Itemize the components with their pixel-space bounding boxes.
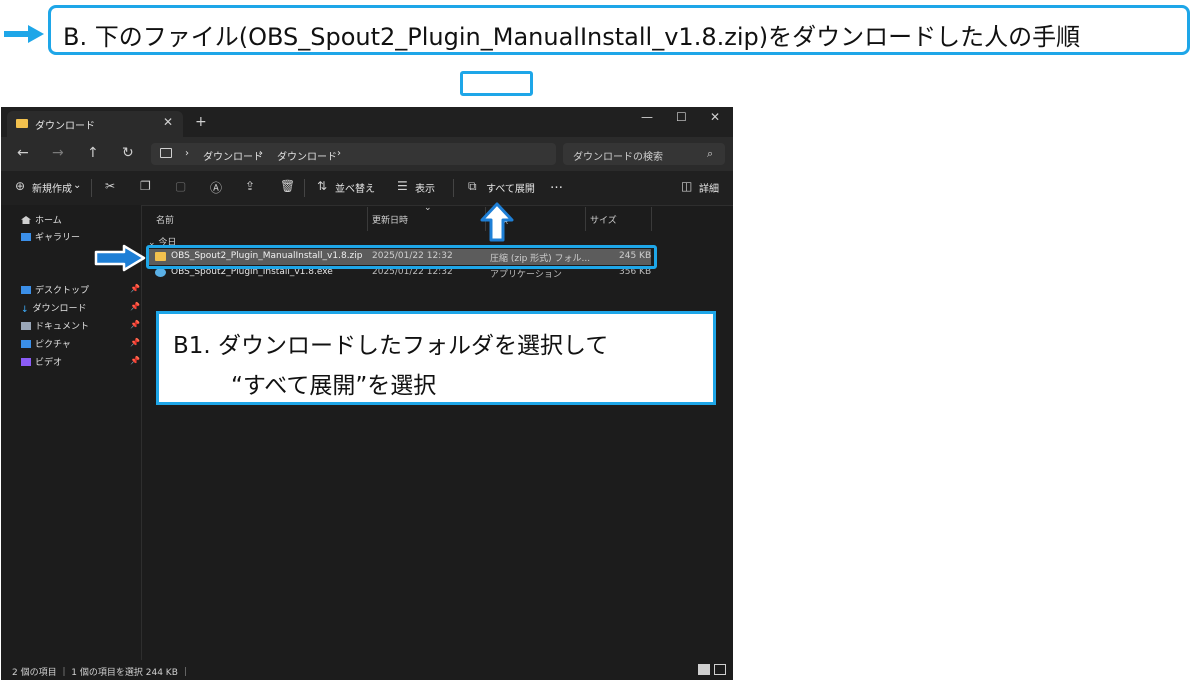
instruction-banner: B. 下のファイル(OBS_Spout2_Plugin_ManualInstal…: [48, 5, 1190, 55]
up-icon[interactable]: ↑: [87, 145, 99, 161]
pin-icon[interactable]: 📌: [130, 338, 140, 347]
maximize-icon[interactable]: ☐: [676, 110, 687, 124]
toolbar-divider: [453, 179, 454, 197]
banner-text: B. 下のファイル(OBS_Spout2_Plugin_ManualInstal…: [63, 23, 1081, 51]
address-box[interactable]: › ダウンロード › ダウンロード ›: [151, 143, 556, 165]
callout-line-1: B1. ダウンロードしたフォルダを選択して: [173, 333, 609, 359]
delete-icon[interactable]: 🗑: [280, 179, 295, 193]
view-button[interactable]: 表示: [415, 180, 435, 195]
tiles-view-icon[interactable]: [714, 664, 726, 675]
extract-all-highlight: [460, 71, 533, 96]
more-options-button[interactable]: …: [550, 177, 563, 192]
toolbar-divider: [91, 179, 92, 197]
pictures-icon: [21, 340, 31, 348]
up-arrow-icon: [480, 202, 514, 242]
tab-close-icon[interactable]: ✕: [163, 115, 173, 129]
column-divider[interactable]: [367, 207, 368, 231]
pin-icon[interactable]: 📌: [130, 302, 140, 311]
sidebar-item-desktop[interactable]: デスクトップ: [21, 283, 89, 296]
status-text: 2 個の項目 ｜ 1 個の項目を選択 244 KB ｜: [12, 668, 190, 678]
sort-button[interactable]: 並べ替え: [335, 180, 375, 195]
sidebar-item-gallery[interactable]: ギャラリー: [21, 230, 80, 243]
sort-chevron-icon: ⌄: [424, 203, 432, 213]
sidebar-item-documents[interactable]: ドキュメント: [21, 319, 89, 332]
pin-icon[interactable]: 📌: [130, 356, 140, 365]
copy-icon[interactable]: ❐: [140, 179, 151, 193]
command-bar: ⊕ 新規作成 ⌄ ✂ ❐ ▢ Ⓐ ⇪ 🗑 ⇅ 並べ替え ☰ 表示 ⧉ すべて展開…: [1, 171, 733, 206]
video-icon: [21, 358, 31, 366]
close-icon[interactable]: ✕: [710, 110, 720, 124]
sidebar-item-label: ダウンロード: [32, 304, 87, 314]
details-pane-icon: ◫: [681, 179, 693, 193]
pin-icon[interactable]: 📌: [130, 320, 140, 329]
callout-line-2: “すべて展開”を選択: [231, 373, 437, 399]
toolbar-divider: [304, 179, 305, 197]
search-input[interactable]: ダウンロードの検索 ⌕: [563, 143, 725, 165]
breadcrumb-chevron: ›: [337, 148, 341, 159]
installer-icon: [155, 268, 166, 277]
breadcrumb-downloads[interactable]: ダウンロード: [203, 148, 263, 163]
details-view-icon[interactable]: [698, 664, 710, 675]
new-tab-icon[interactable]: +: [195, 114, 207, 130]
document-icon: [21, 322, 31, 330]
new-button[interactable]: 新規作成: [32, 180, 72, 195]
column-header-size[interactable]: サイズ: [590, 213, 617, 226]
details-button[interactable]: 詳細: [699, 180, 719, 195]
breadcrumb-downloads-2[interactable]: ダウンロード: [277, 148, 337, 163]
computer-icon: [160, 148, 172, 158]
back-icon[interactable]: ←: [17, 145, 29, 161]
instruction-callout: B1. ダウンロードしたフォルダを選択して “すべて展開”を選択: [156, 311, 716, 405]
cut-icon[interactable]: ✂: [105, 179, 115, 193]
chevron-down-icon: ⌄: [73, 180, 82, 191]
tab-downloads[interactable]: ダウンロード ✕: [7, 111, 183, 137]
column-divider[interactable]: [585, 207, 586, 231]
breadcrumb-chevron: ›: [185, 148, 189, 159]
status-bar: 2 個の項目 ｜ 1 個の項目を選択 244 KB ｜: [1, 660, 733, 680]
share-icon[interactable]: ⇪: [245, 179, 255, 193]
rename-icon[interactable]: Ⓐ: [210, 179, 222, 196]
sidebar-item-pictures[interactable]: ピクチャ: [21, 337, 71, 350]
sort-icon: ⇅: [317, 179, 328, 193]
right-arrow-icon: [94, 244, 146, 272]
paste-icon[interactable]: ▢: [175, 179, 186, 193]
extract-icon: ⧉: [468, 179, 477, 193]
sidebar-item-label: ホーム: [35, 216, 62, 226]
sidebar-item-label: デスクトップ: [35, 286, 90, 296]
sidebar-item-label: ビデオ: [35, 358, 63, 368]
gallery-icon: [21, 233, 31, 241]
pin-icon[interactable]: 📌: [130, 284, 140, 293]
tab-title: ダウンロード: [35, 121, 95, 132]
home-icon: [21, 216, 31, 224]
banner-arrow-icon: [4, 25, 44, 43]
column-header-name[interactable]: 名前: [156, 213, 174, 226]
search-icon: ⌕: [707, 147, 714, 160]
view-icon: ☰: [397, 179, 408, 193]
minimize-icon[interactable]: —: [641, 110, 653, 124]
refresh-icon[interactable]: ↻: [122, 145, 134, 161]
download-icon: ↓: [21, 305, 29, 315]
sidebar-item-label: ギャラリー: [35, 233, 81, 243]
new-icon: ⊕: [15, 179, 26, 193]
forward-icon[interactable]: →: [52, 145, 64, 161]
sidebar-item-home[interactable]: ホーム: [21, 213, 62, 226]
address-bar: ← → ↑ ↻ › ダウンロード › ダウンロード › ダウンロードの検索 ⌕: [1, 137, 733, 171]
folder-icon: [16, 119, 28, 128]
sidebar-item-downloads[interactable]: ↓ ダウンロード: [21, 301, 87, 315]
desktop-icon: [21, 286, 31, 294]
breadcrumb-chevron: ›: [259, 148, 263, 159]
title-bar: ダウンロード ✕ + — ☐ ✕: [1, 107, 733, 137]
extract-all-button[interactable]: すべて展開: [486, 180, 535, 195]
sidebar-item-label: ピクチャ: [35, 340, 71, 350]
selected-file-highlight: [146, 245, 657, 269]
column-divider[interactable]: [651, 207, 652, 231]
sidebar-item-videos[interactable]: ビデオ: [21, 355, 62, 368]
navigation-pane: ホーム ギャラリー デスクトップ 📌 ↓ ダウンロード 📌 ドキュメント 📌 ピク…: [1, 205, 142, 660]
sidebar-item-label: ドキュメント: [35, 322, 90, 332]
column-header-date[interactable]: 更新日時: [372, 213, 408, 226]
search-placeholder: ダウンロードの検索: [573, 152, 663, 163]
